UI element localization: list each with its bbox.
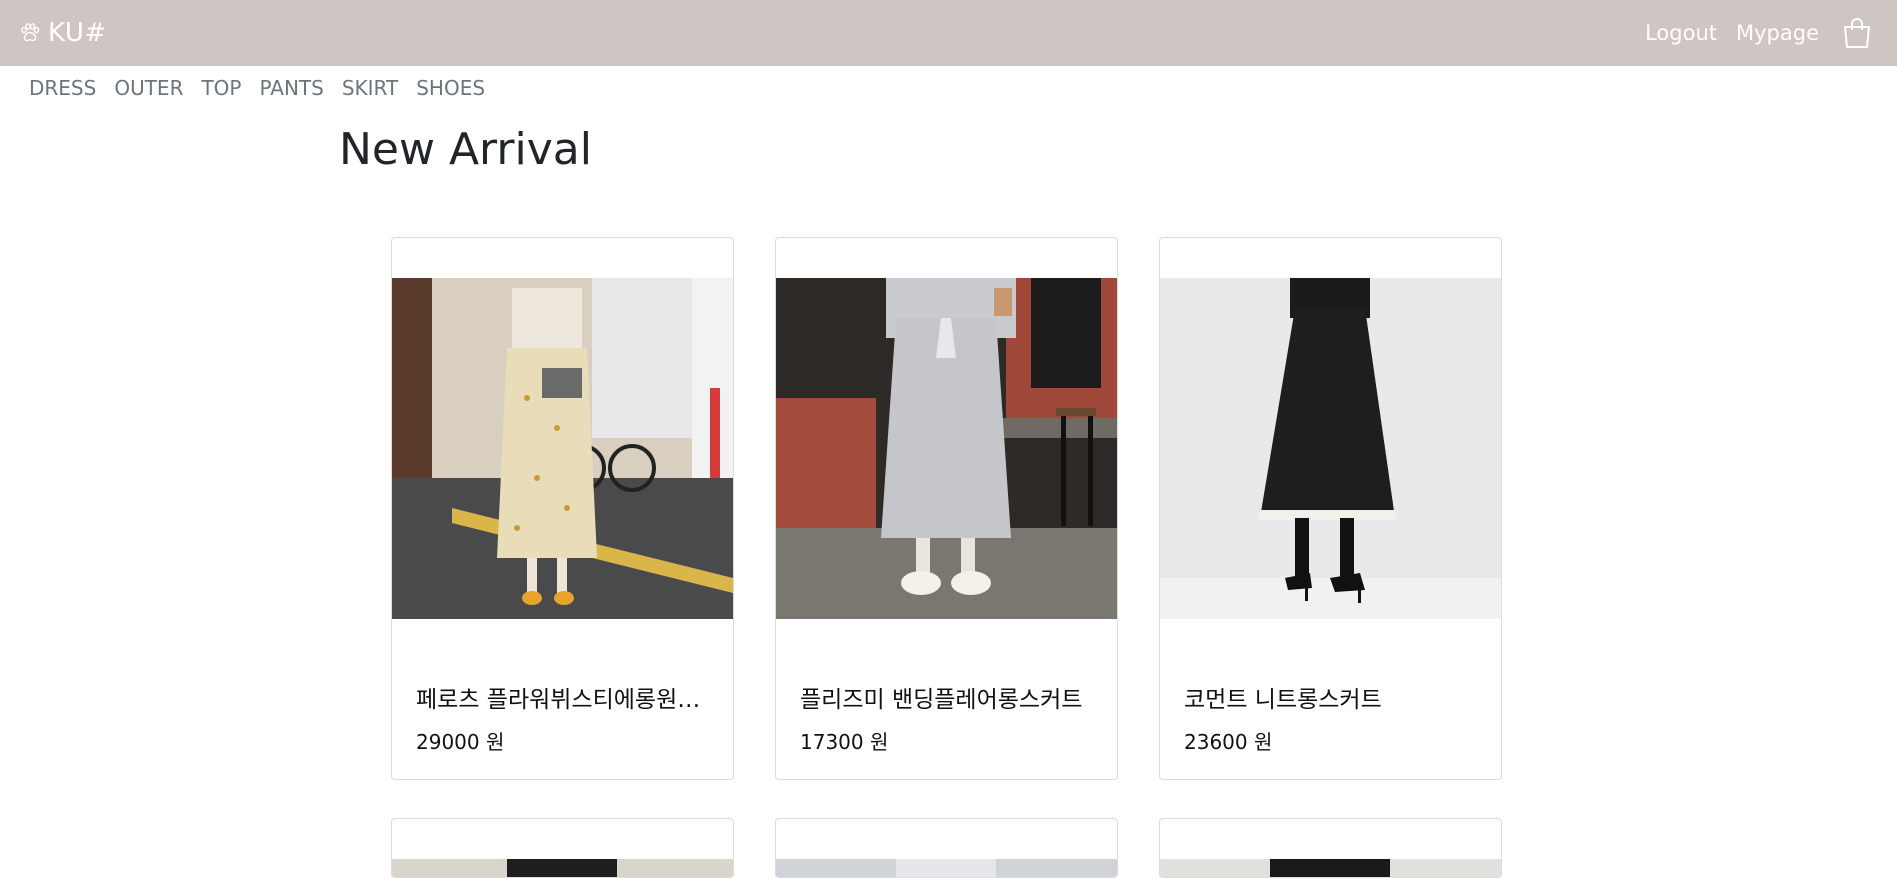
product-name[interactable]: 페로츠 플라워뷔스티에롱원피스	[416, 680, 711, 714]
product-card[interactable]	[775, 818, 1118, 878]
product-price: 29000 원	[416, 730, 505, 754]
product-image[interactable]	[776, 859, 1117, 877]
product-image[interactable]	[1160, 278, 1501, 619]
paw-icon	[18, 21, 42, 45]
category-pants[interactable]: PANTS	[260, 76, 324, 100]
product-card[interactable]: 플리즈미 밴딩플레어롱스커트 17300 원	[775, 237, 1118, 780]
product-card[interactable]: 페로츠 플라워뷔스티에롱원피스 29000 원	[391, 237, 734, 780]
product-image[interactable]	[392, 278, 733, 619]
product-name[interactable]: 코먼트 니트롱스커트	[1184, 680, 1479, 714]
product-price: 23600 원	[1184, 730, 1273, 754]
product-card[interactable]: 코먼트 니트롱스커트 23600 원	[1159, 237, 1502, 780]
brand-link[interactable]: KU#	[18, 0, 107, 66]
product-name[interactable]: 플리즈미 밴딩플레어롱스커트	[800, 680, 1095, 714]
brand-name: KU#	[48, 18, 107, 48]
category-skirt[interactable]: SKIRT	[342, 76, 398, 100]
page-title: New Arrival	[339, 124, 592, 175]
top-navbar: KU# Logout Mypage	[0, 0, 1897, 66]
product-image[interactable]	[776, 278, 1117, 619]
product-price: 17300 원	[800, 730, 889, 754]
product-card[interactable]	[1159, 818, 1502, 878]
product-card[interactable]	[391, 818, 734, 878]
category-dress[interactable]: DRESS	[29, 76, 96, 100]
product-image[interactable]	[392, 859, 733, 877]
category-shoes[interactable]: SHOES	[416, 76, 485, 100]
account-links: Logout Mypage	[1626, 0, 1873, 66]
category-nav: DRESS OUTER TOP PANTS SKIRT SHOES	[20, 72, 494, 104]
category-top[interactable]: TOP	[201, 76, 241, 100]
logout-link[interactable]: Logout	[1645, 21, 1717, 45]
mypage-link[interactable]: Mypage	[1736, 21, 1819, 45]
category-outer[interactable]: OUTER	[114, 76, 183, 100]
shopping-bag-icon[interactable]	[1841, 16, 1873, 50]
product-image[interactable]	[1160, 859, 1501, 877]
